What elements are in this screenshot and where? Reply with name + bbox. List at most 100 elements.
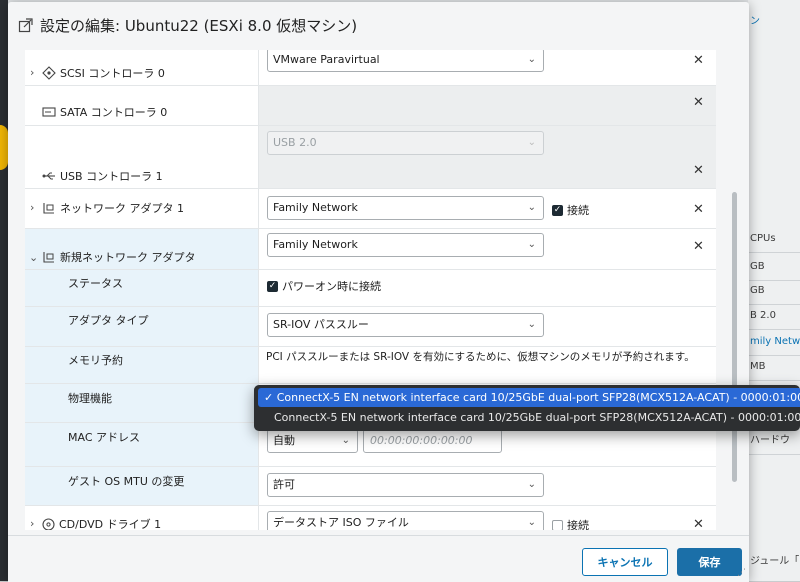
mac-address-input[interactable]: 00:00:00:00:00:00: [363, 429, 502, 453]
status-label: ステータス: [68, 277, 123, 290]
chevron-down-icon: ⌄: [527, 202, 536, 213]
cancel-button[interactable]: キャンセル: [582, 548, 668, 576]
dialog-title: 設定の編集: Ubuntu22 (ESXi 8.0 仮想マシン): [18, 14, 357, 36]
physical-function-option[interactable]: ✓ ConnectX-5 EN network interface card 1…: [258, 388, 800, 407]
remove-sata-button[interactable]: ✕: [693, 95, 704, 110]
scsi-type-select[interactable]: VMware Paravirtual ⌄: [267, 50, 544, 72]
background-cell: B 2.0: [748, 302, 800, 330]
background-cell: MB: [748, 353, 800, 381]
power-on-connect-label: パワーオン時に接続: [282, 280, 381, 293]
chevron-right-icon[interactable]: ›: [30, 517, 34, 530]
edit-vm-icon: [18, 18, 33, 33]
hardware-list: › SCSI コントローラ 0 VMware Paravirtual ⌄ ✕ S…: [25, 50, 716, 530]
net1-connect-checkbox[interactable]: ✓ 接続: [552, 202, 589, 218]
adapter-type-select[interactable]: SR-IOV パススルー ⌄: [267, 313, 544, 337]
mac-mode-select[interactable]: 自動 ⌄: [267, 429, 358, 453]
row-sata-controller: SATA コントローラ 0 ✕: [25, 86, 716, 126]
adapter-type-label: アダプタ タイプ: [68, 314, 149, 327]
newnet-label-text: 新規ネットワーク アダプタ: [60, 251, 196, 264]
remove-cddvd-button[interactable]: ✕: [693, 517, 704, 530]
usb-label-text: USB コントローラ 1: [60, 170, 163, 183]
row-adapter-type: アダプタ タイプ SR-IOV パススルー ⌄: [25, 307, 716, 347]
usb-icon: [42, 172, 55, 180]
dialog-footer: キャンセル 保存: [8, 535, 749, 582]
sata-label-text: SATA コントローラ 0: [60, 106, 168, 119]
option-label: ConnectX-5 EN network interface card 10/…: [276, 391, 800, 404]
row-memory-reservation: メモリ予約 PCI パススルーまたは SR-IOV を有効にするために、仮想マシ…: [25, 347, 716, 384]
checkmark-icon: ✓: [264, 391, 274, 404]
dialog-title-text: 設定の編集: Ubuntu22 (ESXi 8.0 仮想マシン): [40, 16, 358, 35]
scsi-type-value: VMware Paravirtual: [273, 53, 380, 66]
adapter-type-value: SR-IOV パススルー: [273, 318, 369, 331]
memory-label: メモリ予約: [68, 354, 123, 367]
scsi-controller-icon: [42, 66, 56, 80]
net1-network-select[interactable]: Family Network ⌄: [267, 196, 544, 220]
scrollbar[interactable]: [730, 192, 738, 482]
remove-net1-button[interactable]: ✕: [693, 202, 704, 217]
usb-label: USB コントローラ 1: [42, 168, 163, 184]
chevron-down-icon: ⌄: [527, 319, 536, 330]
cddvd-media-value: データストア ISO ファイル: [273, 516, 409, 529]
physical-function-option[interactable]: ConnectX-5 EN network interface card 10/…: [258, 408, 800, 427]
background-cell: CPUs: [748, 225, 800, 253]
background-left-strip: [0, 0, 8, 581]
remove-usb-button[interactable]: ✕: [693, 163, 704, 178]
checkbox-unchecked-icon: [552, 519, 563, 530]
save-button[interactable]: 保存: [677, 548, 742, 576]
background-cell: GB: [748, 277, 800, 305]
cddvd-label: CD/DVD ドライブ 1: [42, 516, 161, 530]
row-cd-dvd-drive: › CD/DVD ドライブ 1 データストア ISO ファイル ⌄ 接続 ✕: [25, 506, 716, 530]
sata-label: SATA コントローラ 0: [42, 104, 167, 120]
guest-mtu-label: ゲスト OS MTU の変更: [68, 475, 185, 488]
background-logo: [0, 125, 8, 170]
guest-mtu-value: 許可: [273, 478, 295, 491]
row-usb-controller: USB コントローラ 1 USB 2.0 ⌄ ✕: [25, 126, 716, 189]
net1-network-value: Family Network: [273, 201, 358, 214]
checkbox-checked-icon: ✓: [267, 280, 278, 292]
chevron-down-icon: ⌄: [527, 137, 536, 148]
edit-settings-dialog: 設定の編集: Ubuntu22 (ESXi 8.0 仮想マシン) › SCSI …: [8, 2, 749, 582]
row-scsi-controller: › SCSI コントローラ 0 VMware Paravirtual ⌄ ✕: [25, 50, 716, 86]
chevron-right-icon[interactable]: ›: [30, 66, 34, 79]
power-on-connect-checkbox[interactable]: ✓ パワーオン時に接続: [267, 278, 381, 294]
row-new-network-adapter: ⌄ 新規ネットワーク アダプタ Family Network ⌄ ✕: [25, 229, 716, 270]
background-cell: mily Networ: [748, 328, 800, 356]
scsi-label: SCSI コントローラ 0: [42, 65, 165, 81]
chevron-right-icon[interactable]: ›: [30, 201, 34, 214]
net1-label: ネットワーク アダプタ 1: [42, 200, 184, 216]
option-label: ConnectX-5 EN network interface card 10/…: [274, 411, 800, 424]
mac-mode-value: 自動: [273, 434, 295, 447]
row-network-adapter-1: › ネットワーク アダプタ 1 Family Network ⌄ ✓ 接続 ✕: [25, 189, 716, 229]
chevron-down-icon: ⌄: [527, 239, 536, 250]
background-cell: ハードウ: [748, 427, 800, 455]
chevron-down-icon: ⌄: [527, 517, 536, 528]
scrollbar-thumb[interactable]: [732, 192, 737, 482]
newnet-network-value: Family Network: [273, 238, 358, 251]
scsi-label-text: SCSI コントローラ 0: [60, 67, 165, 80]
newnet-network-select[interactable]: Family Network ⌄: [267, 233, 544, 257]
guest-mtu-select[interactable]: 許可 ⌄: [267, 473, 544, 497]
chevron-down-icon: ⌄: [527, 479, 536, 490]
resize-handle-icon[interactable]: ⋰: [737, 568, 746, 578]
background-cell: ジュール「: [750, 556, 800, 567]
row-guest-mtu: ゲスト OS MTU の変更 許可 ⌄: [25, 467, 716, 506]
background-link: ン: [750, 16, 760, 27]
remove-scsi-button[interactable]: ✕: [693, 53, 704, 68]
chevron-down-icon: ⌄: [341, 435, 350, 446]
usb-type-value: USB 2.0: [273, 136, 317, 149]
mac-address-placeholder: 00:00:00:00:00:00: [370, 434, 473, 447]
usb-type-select: USB 2.0 ⌄: [267, 131, 544, 155]
cddvd-connect-checkbox[interactable]: 接続: [552, 517, 589, 530]
checkbox-checked-icon: ✓: [552, 204, 563, 216]
chevron-down-icon[interactable]: ⌄: [29, 251, 38, 264]
sata-controller-icon: [42, 107, 56, 117]
cddvd-label-text: CD/DVD ドライブ 1: [59, 518, 162, 530]
chevron-down-icon: ⌄: [527, 54, 536, 65]
cddvd-media-select[interactable]: データストア ISO ファイル ⌄: [267, 511, 544, 530]
remove-newnet-button[interactable]: ✕: [693, 239, 704, 254]
memory-reservation-note: PCI パススルーまたは SR-IOV を有効にするために、仮想マシンのメモリが…: [266, 351, 695, 363]
cd-dvd-icon: [42, 517, 55, 530]
net1-label-text: ネットワーク アダプタ 1: [60, 202, 184, 215]
network-adapter-icon: [43, 202, 54, 214]
physical-function-label: 物理機能: [68, 392, 112, 405]
